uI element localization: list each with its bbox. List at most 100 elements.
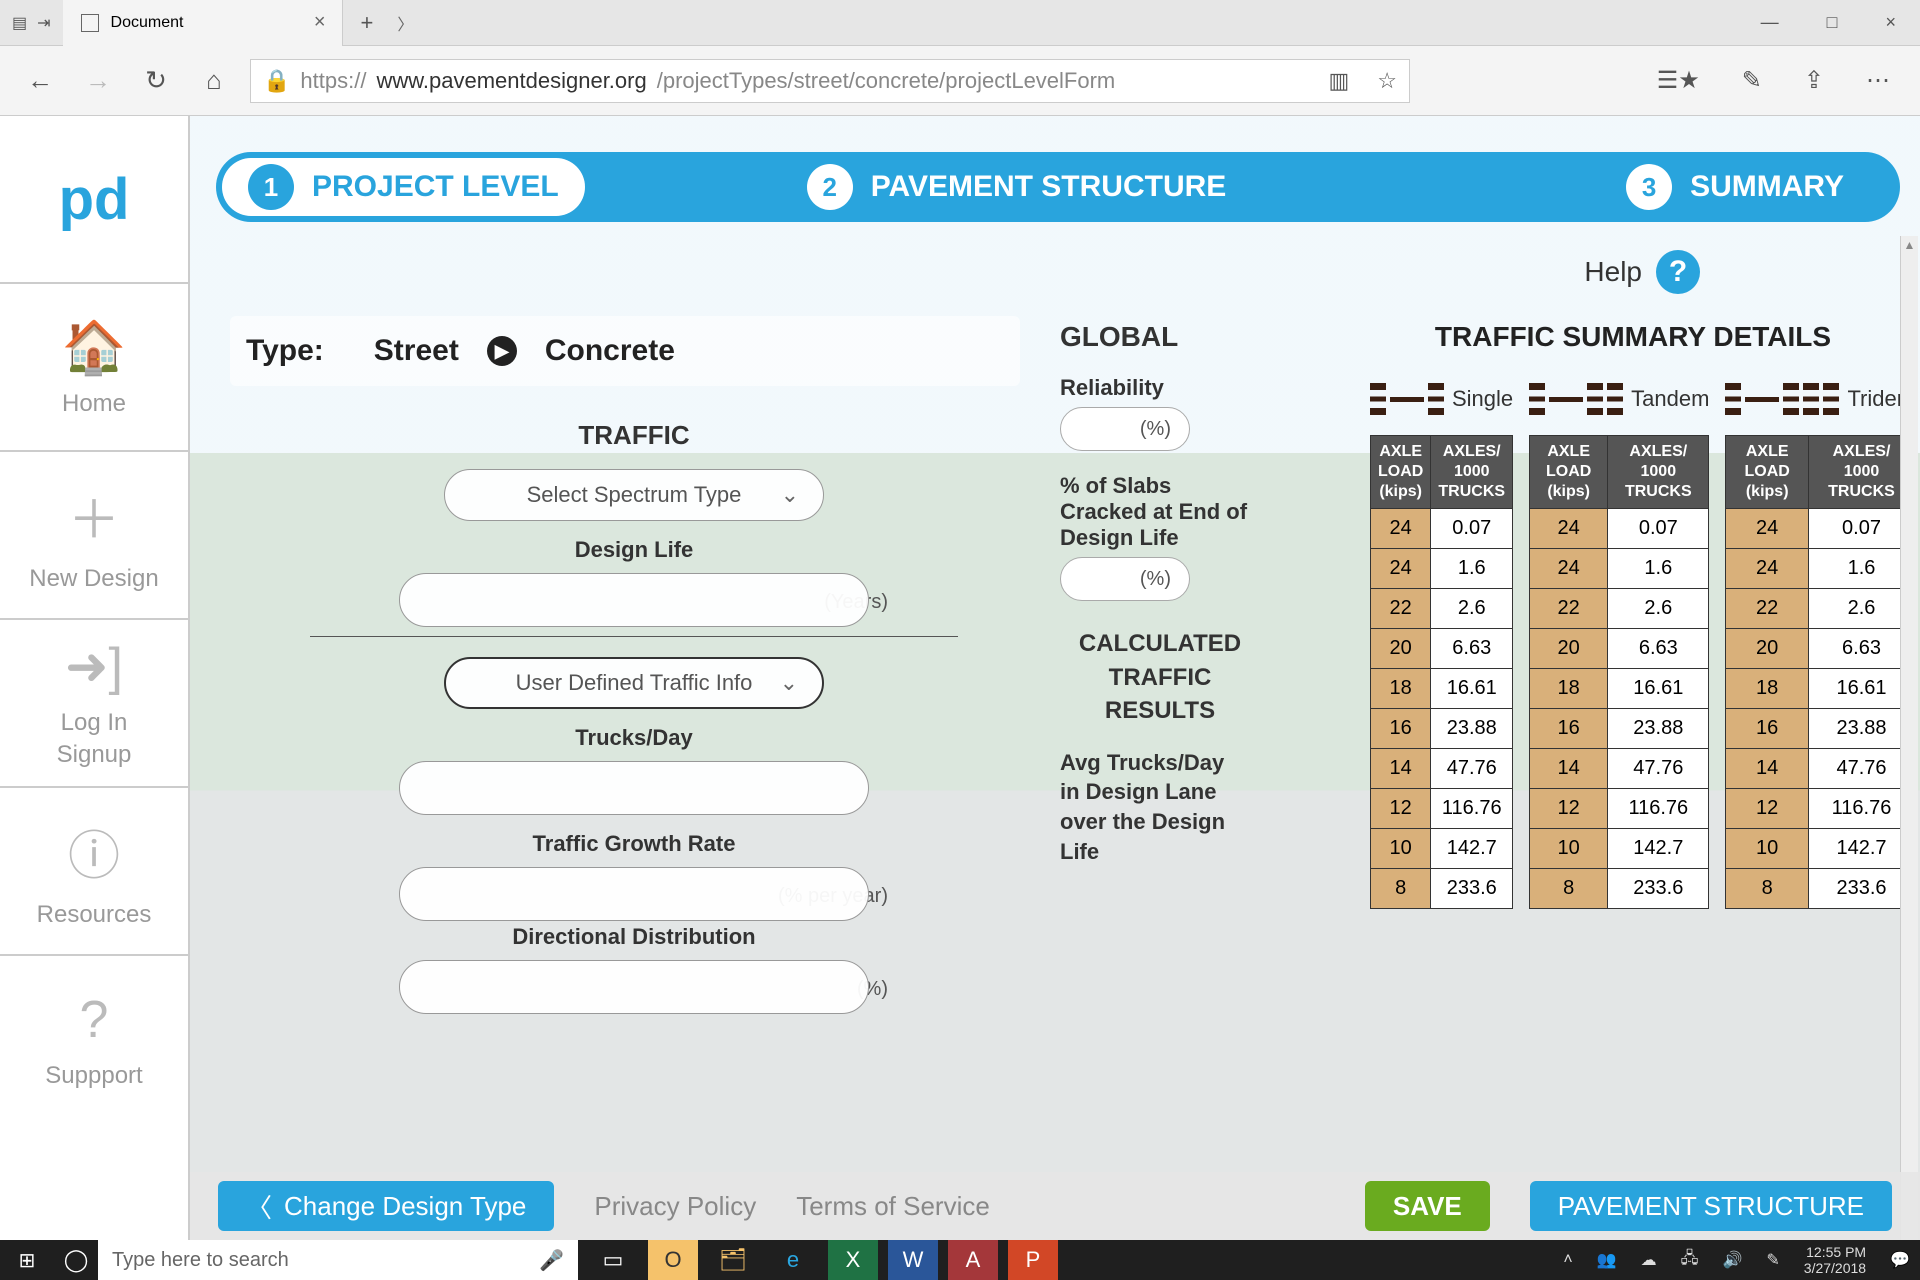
slabs-cracked-input[interactable]: (%) — [1060, 557, 1190, 601]
cell-axle-load[interactable]: 24 — [1371, 509, 1431, 549]
cell-axles-per-1000[interactable]: 23.88 — [1608, 709, 1709, 749]
cell-axles-per-1000[interactable]: 47.76 — [1608, 749, 1709, 789]
cell-axles-per-1000[interactable]: 47.76 — [1808, 749, 1914, 789]
cell-axle-load[interactable]: 8 — [1371, 869, 1431, 909]
spectrum-type-select[interactable]: Select Spectrum Type ⌄ — [444, 469, 824, 521]
cell-axles-per-1000[interactable]: 6.63 — [1808, 629, 1914, 669]
cell-axle-load[interactable]: 18 — [1530, 669, 1608, 709]
cell-axles-per-1000[interactable]: 23.88 — [1808, 709, 1914, 749]
cell-axles-per-1000[interactable]: 6.63 — [1431, 629, 1513, 669]
cell-axles-per-1000[interactable]: 142.7 — [1431, 829, 1513, 869]
sidebar-item-new-design[interactable]: ＋ New Design — [0, 452, 188, 620]
cell-axles-per-1000[interactable]: 23.88 — [1431, 709, 1513, 749]
browser-tab[interactable]: Document × — [63, 0, 343, 46]
design-life-input[interactable] — [399, 573, 869, 627]
cell-axle-load[interactable]: 10 — [1371, 829, 1431, 869]
cell-axles-per-1000[interactable]: 2.6 — [1608, 589, 1709, 629]
cell-axles-per-1000[interactable]: 142.7 — [1608, 829, 1709, 869]
cell-axle-load[interactable]: 16 — [1530, 709, 1608, 749]
terms-of-service-link[interactable]: Terms of Service — [796, 1191, 990, 1222]
nav-back-button[interactable]: ← — [18, 59, 62, 103]
word-icon[interactable]: W — [888, 1240, 938, 1280]
file-explorer-icon[interactable]: 🗂 — [708, 1240, 758, 1280]
step-pavement-structure[interactable]: 2PAVEMENT STRUCTURE — [781, 152, 1253, 222]
cell-axle-load[interactable]: 12 — [1726, 789, 1808, 829]
cell-axle-load[interactable]: 24 — [1371, 549, 1431, 589]
next-pavement-structure-button[interactable]: PAVEMENT STRUCTURE — [1530, 1181, 1892, 1231]
cell-axle-load[interactable]: 14 — [1530, 749, 1608, 789]
notes-icon[interactable]: ✎ — [1742, 66, 1762, 95]
cell-axles-per-1000[interactable]: 142.7 — [1808, 829, 1914, 869]
more-icon[interactable]: ⋯ — [1866, 66, 1890, 95]
task-view-icon[interactable]: ▭ — [588, 1240, 638, 1280]
cell-axle-load[interactable]: 18 — [1371, 669, 1431, 709]
change-design-type-button[interactable]: 〈 Change Design Type — [218, 1181, 554, 1231]
cell-axle-load[interactable]: 8 — [1726, 869, 1808, 909]
scroll-up-icon[interactable]: ▲ — [1901, 236, 1918, 254]
reading-view-icon[interactable]: ▥ — [1328, 68, 1349, 94]
sidebar-item-resources[interactable]: ⓘ Resources — [0, 788, 188, 956]
start-button[interactable]: ⊞ — [0, 1248, 54, 1273]
tray-chevron-up-icon[interactable]: ˄ — [1563, 1251, 1572, 1269]
cell-axle-load[interactable]: 14 — [1371, 749, 1431, 789]
nav-home-button[interactable]: ⌂ — [192, 59, 236, 103]
cell-axles-per-1000[interactable]: 16.61 — [1431, 669, 1513, 709]
taskbar-clock[interactable]: 12:55 PM 3/27/2018 — [1804, 1244, 1866, 1276]
cell-axle-load[interactable]: 20 — [1726, 629, 1808, 669]
cell-axles-per-1000[interactable]: 116.76 — [1431, 789, 1513, 829]
cell-axle-load[interactable]: 20 — [1530, 629, 1608, 669]
cell-axles-per-1000[interactable]: 116.76 — [1608, 789, 1709, 829]
tab-actions-icon[interactable]: ▤ — [12, 13, 27, 33]
sidebar-item-home[interactable]: 🏠 Home — [0, 284, 188, 452]
cell-axle-load[interactable]: 14 — [1726, 749, 1808, 789]
traffic-info-select[interactable]: User Defined Traffic Info ⌄ — [444, 657, 824, 709]
cell-axle-load[interactable]: 16 — [1726, 709, 1808, 749]
volume-icon[interactable]: 🔊 — [1722, 1250, 1742, 1270]
cell-axle-load[interactable]: 12 — [1530, 789, 1608, 829]
cell-axles-per-1000[interactable]: 116.76 — [1808, 789, 1914, 829]
nav-refresh-button[interactable]: ↻ — [134, 59, 178, 103]
cell-axles-per-1000[interactable]: 1.6 — [1431, 549, 1513, 589]
onedrive-icon[interactable]: ☁ — [1641, 1250, 1657, 1270]
cell-axles-per-1000[interactable]: 0.07 — [1431, 509, 1513, 549]
cell-axle-load[interactable]: 24 — [1726, 509, 1808, 549]
pen-icon[interactable]: ✎ — [1766, 1250, 1779, 1270]
microphone-icon[interactable]: 🎤 — [539, 1248, 564, 1273]
excel-icon[interactable]: X — [828, 1240, 878, 1280]
new-tab-button[interactable]: + — [343, 10, 392, 36]
tab-set-aside-icon[interactable]: ⇥ — [37, 13, 50, 33]
favorites-hub-icon[interactable]: ☰★ — [1657, 66, 1700, 95]
cell-axles-per-1000[interactable]: 0.07 — [1808, 509, 1914, 549]
cell-axles-per-1000[interactable]: 233.6 — [1808, 869, 1914, 909]
access-icon[interactable]: A — [948, 1240, 998, 1280]
cell-axle-load[interactable]: 24 — [1726, 549, 1808, 589]
step-summary[interactable]: 3SUMMARY — [1600, 152, 1870, 222]
share-icon[interactable]: ⇪ — [1804, 66, 1824, 95]
powerpoint-icon[interactable]: P — [1008, 1240, 1058, 1280]
cell-axle-load[interactable]: 24 — [1530, 509, 1608, 549]
cell-axle-load[interactable]: 22 — [1371, 589, 1431, 629]
network-icon[interactable]: 🖧 — [1681, 1247, 1699, 1274]
window-maximize-icon[interactable]: □ — [1827, 12, 1838, 33]
cell-axle-load[interactable]: 16 — [1371, 709, 1431, 749]
cell-axle-load[interactable]: 20 — [1371, 629, 1431, 669]
cell-axle-load[interactable]: 18 — [1726, 669, 1808, 709]
cell-axles-per-1000[interactable]: 2.6 — [1431, 589, 1513, 629]
close-tab-icon[interactable]: × — [314, 11, 326, 34]
help-button[interactable]: ? — [1656, 250, 1700, 294]
sidebar-item-support[interactable]: ? Suppport — [0, 956, 188, 1124]
save-button[interactable]: SAVE — [1365, 1181, 1490, 1231]
cell-axle-load[interactable]: 22 — [1726, 589, 1808, 629]
cell-axles-per-1000[interactable]: 233.6 — [1608, 869, 1709, 909]
window-minimize-icon[interactable]: — — [1761, 12, 1779, 33]
cell-axle-load[interactable]: 10 — [1530, 829, 1608, 869]
edge-icon[interactable]: e — [768, 1240, 818, 1280]
sidebar-item-login[interactable]: ➜] Log In Signup — [0, 620, 188, 788]
cell-axles-per-1000[interactable]: 1.6 — [1808, 549, 1914, 589]
cell-axles-per-1000[interactable]: 47.76 — [1431, 749, 1513, 789]
outlook-icon[interactable]: O — [648, 1240, 698, 1280]
address-bar[interactable]: 🔒 https:// www.pavementdesigner.org /pro… — [250, 59, 1410, 103]
growth-rate-input[interactable] — [399, 867, 869, 921]
cell-axle-load[interactable]: 10 — [1726, 829, 1808, 869]
cell-axles-per-1000[interactable]: 0.07 — [1608, 509, 1709, 549]
